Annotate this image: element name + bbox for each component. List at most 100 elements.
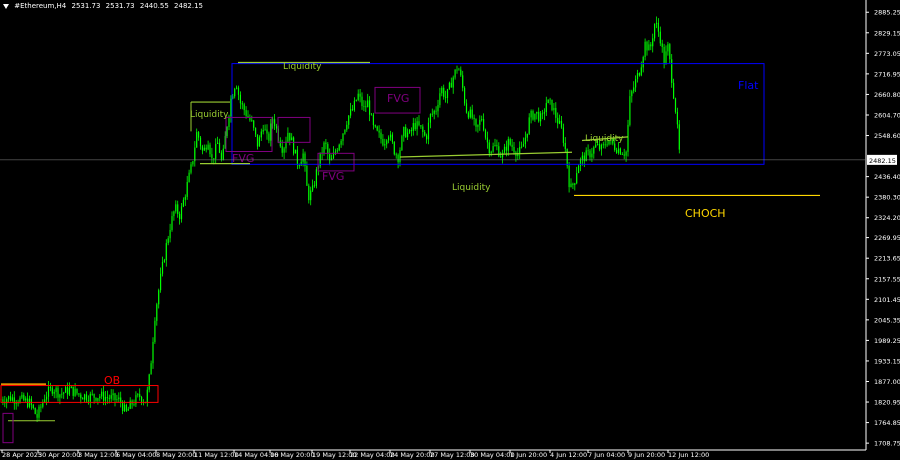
candle-body	[148, 374, 150, 390]
candle-body	[631, 91, 633, 97]
candle-body	[209, 144, 211, 155]
candle-body	[9, 396, 12, 401]
candle-body	[137, 394, 139, 396]
candle-body	[310, 190, 312, 201]
candle-body	[429, 114, 431, 123]
candle-body	[576, 173, 578, 184]
candle-body	[374, 125, 376, 127]
candle-body	[40, 406, 42, 408]
price-axis: 2885.25 2829.15 2773.05 2716.95 2660.80 2604.…	[0, 0, 900, 451]
candle-body	[642, 56, 644, 68]
candle-body	[414, 123, 416, 130]
candle-body	[308, 185, 310, 201]
candle-body	[557, 117, 559, 124]
candle-body	[536, 111, 538, 114]
candle-body	[205, 147, 207, 150]
candle-body	[129, 400, 131, 409]
candle-body	[397, 154, 399, 163]
time-tick-label: 8 May 20:00	[156, 451, 196, 459]
candle-body	[393, 141, 395, 155]
candle-body	[338, 144, 340, 151]
candle-body	[507, 139, 509, 151]
candle-body	[551, 99, 553, 111]
price-tick-label: 2773.05	[874, 50, 900, 58]
candle-body	[239, 94, 241, 104]
candle-body	[19, 397, 21, 403]
candle-body	[198, 132, 200, 138]
candle-body	[298, 165, 300, 166]
candle-body	[158, 290, 160, 305]
candle-body	[604, 144, 606, 146]
fvg-box	[225, 116, 273, 153]
price-tick-label: 2716.95	[874, 70, 900, 78]
candle-body	[23, 394, 25, 401]
candle-body	[380, 132, 382, 139]
candle-body	[68, 388, 70, 395]
candle-body	[524, 137, 526, 145]
price-chart[interactable]: FlatFVGFVGFVGLiquidityLiquidityLiquidity…	[0, 0, 900, 460]
candle-body	[553, 107, 555, 111]
candle-body	[135, 395, 137, 405]
candle-body	[437, 104, 439, 112]
candle-body	[581, 155, 583, 160]
candle-body	[253, 120, 255, 128]
candle-body	[511, 144, 513, 147]
candle-body	[211, 154, 213, 159]
candle-body	[355, 99, 357, 101]
candle-body	[154, 320, 156, 343]
time-tick-label: 30 Apr 20:00	[38, 451, 80, 459]
dropdown-triangle-icon[interactable]	[3, 3, 9, 9]
candle-body	[241, 103, 243, 105]
candle-body	[378, 130, 380, 133]
candle-body	[150, 363, 152, 375]
candle-body	[47, 387, 50, 397]
candle-body	[112, 393, 114, 396]
price-tick-label: 2045.35	[874, 316, 900, 324]
time-tick-label: 28 Apr 2025	[2, 451, 42, 459]
ohlc-close: 2482.15	[174, 2, 203, 10]
chart-header: #Ethereum,H4 2531.73 2531.73 2440.55 248…	[3, 2, 206, 10]
price-tick-label: 1877.00	[874, 378, 900, 386]
candle-body	[220, 152, 222, 160]
candle-body	[629, 96, 631, 125]
candle-body	[38, 406, 40, 418]
liquidity-label: Liquidity	[190, 110, 229, 120]
choch-label: CHOCH	[685, 207, 726, 220]
fvg-box	[2, 412, 14, 444]
price-tick-label: 2829.15	[874, 29, 900, 37]
candle-body	[372, 114, 374, 126]
candle-body	[676, 111, 678, 125]
candle-body	[585, 150, 587, 162]
candle-body	[667, 44, 669, 52]
candle-body	[51, 387, 53, 394]
candle-body	[327, 144, 329, 154]
candle-body	[76, 388, 78, 394]
candle-body	[108, 397, 110, 399]
candle-body	[103, 391, 105, 401]
candle-body	[44, 399, 46, 403]
candle-body	[213, 158, 215, 160]
candle-body	[408, 130, 411, 133]
candle-body	[46, 396, 48, 400]
candle-body	[365, 106, 367, 108]
candle-body	[82, 398, 84, 400]
candle-body	[606, 144, 608, 146]
candle-body	[490, 151, 492, 154]
candle-body	[359, 93, 361, 97]
liquidity-label: Liquidity	[283, 62, 322, 72]
time-tick-label: 11 May 12:00	[194, 451, 239, 459]
candle-body	[538, 111, 540, 122]
candle-body	[655, 22, 658, 24]
time-tick-label: 9 Jun 20:00	[628, 451, 665, 459]
candle-body	[426, 135, 428, 140]
candle-body	[169, 229, 171, 239]
candle-body	[30, 398, 32, 405]
candle-body	[340, 140, 342, 145]
candle-body	[230, 98, 232, 117]
candle-body	[184, 196, 186, 200]
time-tick-label: 1 Jun 20:00	[510, 451, 547, 459]
candle-body	[456, 69, 458, 71]
candle-body	[431, 113, 433, 115]
candle-body	[32, 404, 34, 409]
candle-body	[619, 148, 621, 155]
